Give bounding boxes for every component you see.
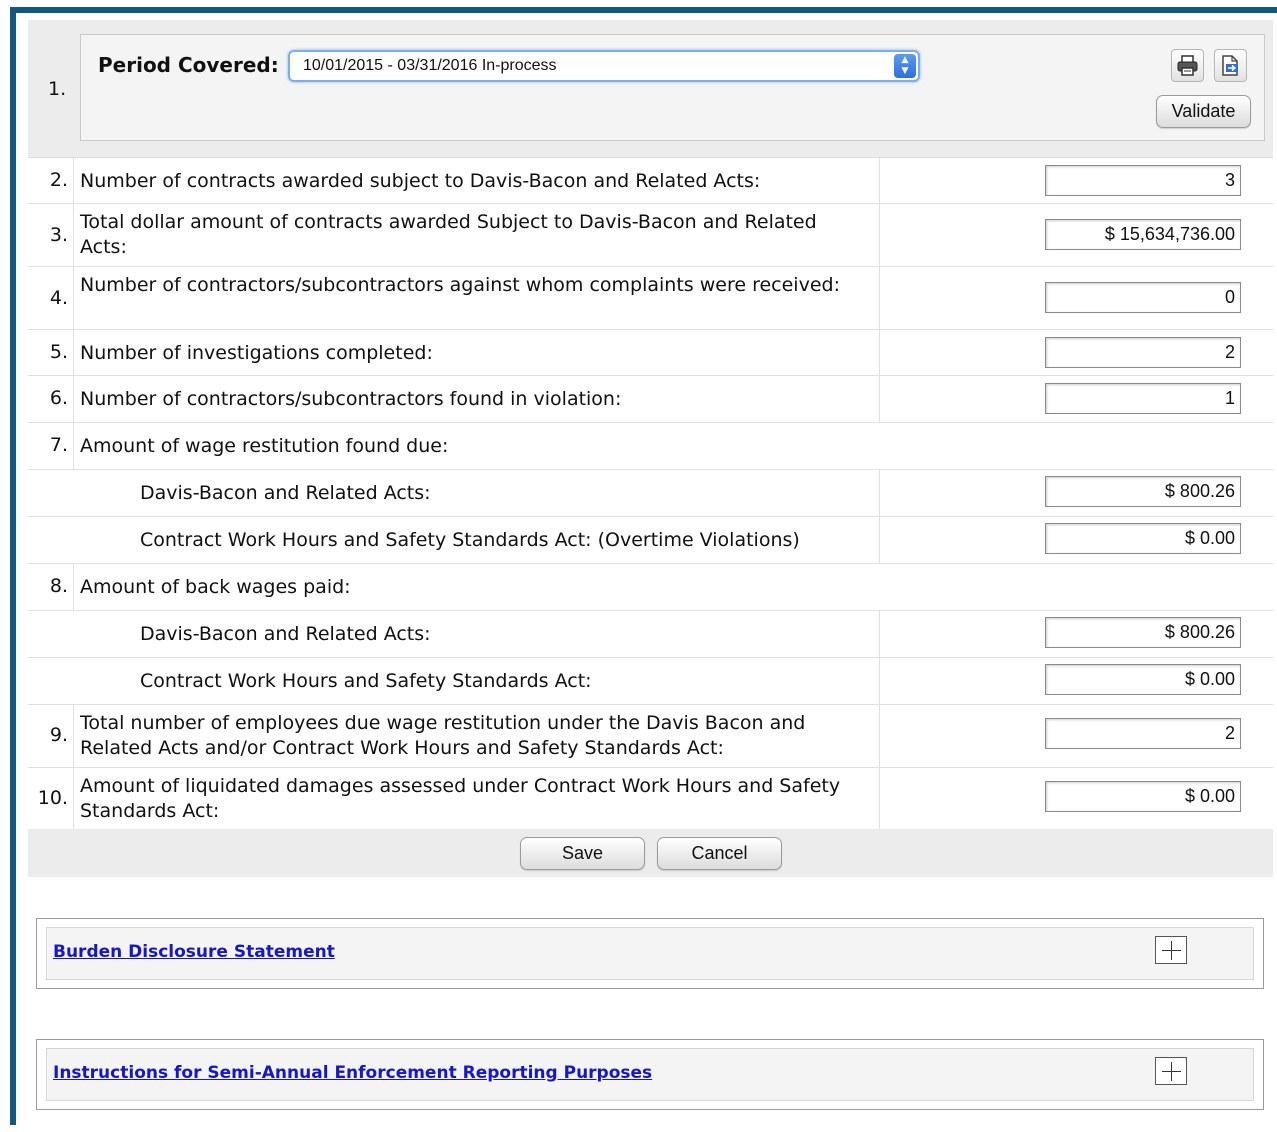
row-number: 4. — [49, 287, 68, 309]
period-covered-select[interactable]: 10/01/2015 - 03/31/2016 In-process ▲ ▼ — [288, 50, 920, 82]
period-panel: Period Covered: 10/01/2015 - 03/31/2016 … — [80, 34, 1265, 141]
question-label: Contract Work Hours and Safety Standards… — [140, 529, 800, 551]
restitution-cwhssa-input[interactable]: $ 0.00 — [1045, 523, 1241, 554]
row-number: 5. — [49, 341, 68, 363]
frame-top-border — [10, 7, 1277, 13]
instructions-link[interactable]: Instructions for Semi-Annual Enforcement… — [53, 1063, 652, 1083]
question-label: Amount of back wages paid: — [80, 576, 351, 598]
question-label: Number of contracts awarded subject to D… — [80, 170, 761, 192]
complaints-received-input[interactable]: 0 — [1045, 282, 1241, 313]
row-number: 8. — [49, 575, 68, 597]
sub-question-row: Davis-Bacon and Related Acts: $ 800.26 — [28, 470, 1273, 517]
row-number: 7. — [49, 434, 68, 456]
question-label: Davis-Bacon and Related Acts: — [140, 482, 431, 504]
question-label: Amount of liquidated damages assessed un… — [80, 775, 841, 822]
back-wages-davis-bacon-input[interactable]: $ 800.26 — [1045, 617, 1241, 648]
contracts-awarded-input[interactable]: 3 — [1045, 165, 1241, 196]
instructions-panel: Instructions for Semi-Annual Enforcement… — [36, 1039, 1264, 1110]
employees-due-restitution-input[interactable]: 2 — [1045, 718, 1241, 749]
question-row: 7. Amount of wage restitution found due: — [28, 423, 1273, 470]
row-number: 10. — [37, 787, 68, 809]
sub-question-row: Contract Work Hours and Safety Standards… — [28, 517, 1273, 564]
restitution-davis-bacon-input[interactable]: $ 800.26 — [1045, 476, 1241, 507]
validate-button[interactable]: Validate — [1156, 95, 1251, 128]
enforcement-report-form: 1. Period Covered: 10/01/2015 - 03/31/20… — [28, 20, 1273, 877]
question-row: 8. Amount of back wages paid: — [28, 564, 1273, 611]
question-label: Davis-Bacon and Related Acts: — [140, 623, 431, 645]
sub-question-row: Davis-Bacon and Related Acts: $ 800.26 — [28, 611, 1273, 658]
export-button[interactable] — [1214, 49, 1247, 82]
row-number: 6. — [49, 387, 68, 409]
question-label: Total number of employees due wage resti… — [80, 712, 806, 759]
burden-disclosure-link[interactable]: Burden Disclosure Statement — [53, 942, 335, 962]
sub-question-row: Contract Work Hours and Safety Standards… — [28, 658, 1273, 705]
question-label: Amount of wage restitution found due: — [80, 435, 449, 457]
question-row: 9. Total number of employees due wage re… — [28, 705, 1273, 768]
question-row: 5. Number of investigations completed: 2 — [28, 330, 1273, 376]
question-row: 10. Amount of liquidated damages assesse… — [28, 768, 1273, 829]
question-label: Total dollar amount of contracts awarded… — [80, 211, 817, 258]
question-label: Number of contractors/subcontractors fou… — [80, 388, 622, 410]
back-wages-cwhssa-input[interactable]: $ 0.00 — [1045, 664, 1241, 695]
question-row: 4. Number of contractors/subcontractors … — [28, 267, 1273, 330]
question-label: Number of contractors/subcontractors aga… — [80, 274, 840, 296]
export-document-icon — [1222, 55, 1238, 76]
liquidated-damages-input[interactable]: $ 0.00 — [1045, 781, 1241, 812]
period-selected-value: 10/01/2015 - 03/31/2016 In-process — [303, 57, 557, 74]
period-row: 1. Period Covered: 10/01/2015 - 03/31/20… — [28, 20, 1273, 158]
total-dollar-amount-input[interactable]: $ 15,634,736.00 — [1045, 219, 1241, 250]
row-number: 3. — [49, 224, 68, 246]
printer-icon — [1177, 55, 1198, 76]
form-actions: Save Cancel — [28, 829, 1273, 877]
row-number: 9. — [49, 724, 68, 746]
expand-plus-icon[interactable] — [1155, 1057, 1187, 1085]
frame-left-border — [10, 7, 16, 1125]
period-covered-label: Period Covered: — [98, 53, 279, 77]
row-number: 1. — [48, 78, 67, 100]
question-label: Contract Work Hours and Safety Standards… — [140, 670, 592, 692]
question-label: Number of investigations completed: — [80, 342, 433, 364]
cancel-button[interactable]: Cancel — [657, 837, 782, 870]
burden-disclosure-panel: Burden Disclosure Statement — [36, 918, 1264, 989]
row-number: 2. — [49, 169, 68, 191]
select-arrows-icon[interactable]: ▲ ▼ — [894, 54, 916, 78]
print-button[interactable] — [1171, 49, 1204, 82]
save-button[interactable]: Save — [520, 837, 645, 870]
question-row: 2. Number of contracts awarded subject t… — [28, 158, 1273, 204]
expand-plus-icon[interactable] — [1155, 936, 1187, 964]
question-row: 6. Number of contractors/subcontractors … — [28, 376, 1273, 423]
investigations-completed-input[interactable]: 2 — [1045, 337, 1241, 368]
question-row: 3. Total dollar amount of contracts awar… — [28, 204, 1273, 267]
contractors-in-violation-input[interactable]: 1 — [1045, 383, 1241, 414]
